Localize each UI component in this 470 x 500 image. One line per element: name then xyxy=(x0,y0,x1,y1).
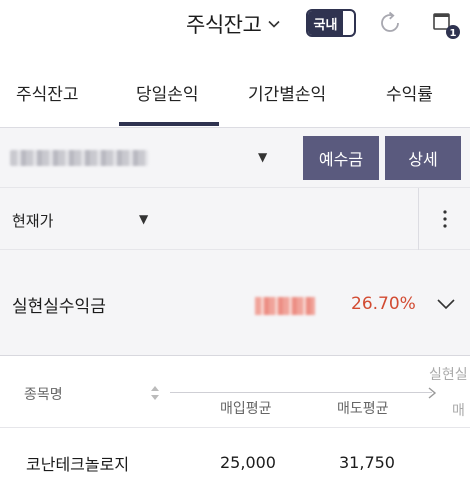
market-toggle-label: 국내 xyxy=(308,11,343,35)
realized-profit-row: 실현실수익금 26.70% xyxy=(0,250,470,356)
active-tab-indicator xyxy=(119,122,219,126)
stock-name: 코난테크놀로지 xyxy=(26,455,130,474)
column-avg-sell: 매도평균 xyxy=(337,401,389,417)
open-windows-icon[interactable]: 1 xyxy=(431,10,461,40)
price-type-label[interactable]: 현재가 xyxy=(12,210,53,231)
tab-period-profit[interactable]: 기간별손익 xyxy=(248,80,326,105)
page-title-dropdown[interactable]: 주식잔고 xyxy=(186,9,281,39)
table-header: 종목명 매입평균 매도평균 실현실 매 xyxy=(0,356,470,428)
tab-return-rate[interactable]: 수익률 xyxy=(386,80,433,105)
tab-daily-profit[interactable]: 당일손익 xyxy=(136,80,199,105)
scroll-right-icon[interactable] xyxy=(427,386,437,400)
divider xyxy=(418,188,419,250)
profit-rate: 26.70% xyxy=(351,294,416,314)
refresh-icon[interactable] xyxy=(377,10,403,36)
market-toggle[interactable]: 국내 xyxy=(306,9,356,37)
table-row[interactable]: 코난테크놀로지 25,000 31,750 xyxy=(0,429,470,500)
realized-profit-label: 실현실수익금 xyxy=(12,297,106,317)
column-cut-second: 매 xyxy=(452,403,465,419)
deposit-button[interactable]: 예수금 xyxy=(303,136,379,180)
header-divider xyxy=(170,392,432,393)
tab-stock-balance[interactable]: 주식잔고 xyxy=(16,80,79,105)
account-number-masked xyxy=(10,150,148,166)
avg-buy-price: 25,000 xyxy=(220,453,276,472)
price-dropdown-icon[interactable]: ▼ xyxy=(139,212,148,226)
avg-sell-price: 31,750 xyxy=(339,453,395,472)
account-row: ▼ 예수금 상세 xyxy=(0,128,470,188)
column-stock-name[interactable]: 종목명 xyxy=(24,384,63,404)
column-avg-buy: 매입평균 xyxy=(220,401,272,417)
price-selector-row: 현재가 ▼ xyxy=(0,188,470,250)
page-title: 주식잔고 xyxy=(186,13,262,37)
column-realized-cut: 실현실 xyxy=(429,367,468,383)
top-header: 주식잔고 국내 1 xyxy=(0,0,470,48)
window-count-badge: 1 xyxy=(450,28,457,39)
tab-bar: 주식잔고 당일손익 기간별손익 수익률 xyxy=(0,48,470,128)
account-dropdown-icon[interactable]: ▼ xyxy=(258,150,267,164)
expand-chevron-icon[interactable] xyxy=(436,294,456,314)
more-options-icon[interactable] xyxy=(436,207,454,231)
detail-button[interactable]: 상세 xyxy=(385,136,461,180)
realized-profit-amount-masked xyxy=(255,297,315,315)
sort-icon[interactable] xyxy=(150,384,160,402)
chevron-down-icon xyxy=(268,20,280,28)
